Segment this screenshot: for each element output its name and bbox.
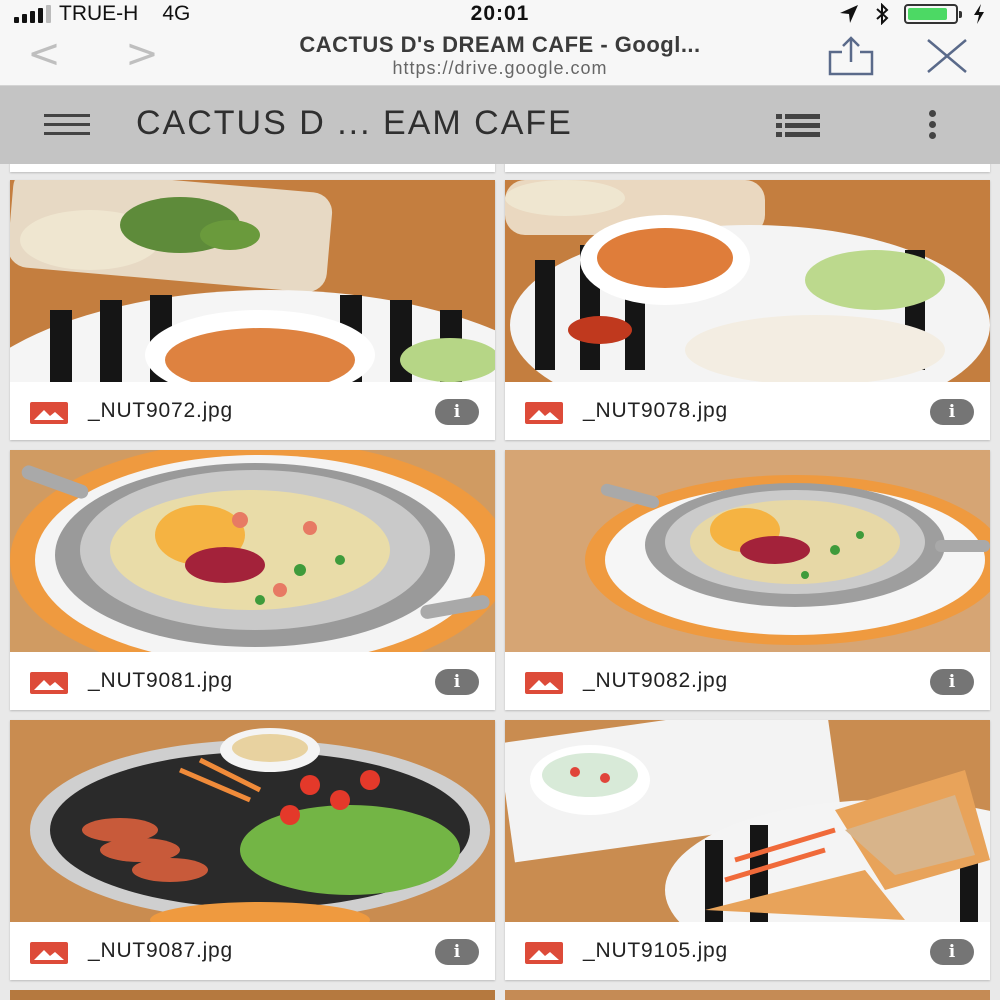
info-icon[interactable]: i bbox=[930, 669, 974, 695]
image-file-icon bbox=[30, 942, 68, 964]
photo-thumbnail[interactable] bbox=[10, 180, 495, 382]
file-caption[interactable]: _NUT9087.jpg i bbox=[10, 922, 495, 980]
image-file-icon bbox=[525, 402, 563, 424]
info-icon[interactable]: i bbox=[435, 939, 479, 965]
info-icon[interactable]: i bbox=[435, 399, 479, 425]
location-arrow-icon bbox=[840, 5, 858, 23]
file-name: _NUT9105.jpg bbox=[583, 939, 729, 962]
menu-icon[interactable] bbox=[44, 114, 90, 136]
file-card[interactable]: _NUT9081.jpg i bbox=[10, 450, 495, 710]
file-caption[interactable]: _NUT9081.jpg i bbox=[10, 652, 495, 710]
close-icon[interactable] bbox=[922, 36, 972, 76]
photo-thumbnail[interactable] bbox=[505, 720, 990, 922]
bluetooth-icon bbox=[876, 3, 889, 25]
file-name: _NUT9082.jpg bbox=[583, 669, 729, 692]
file-name: _NUT9087.jpg bbox=[88, 939, 234, 962]
browser-toolbar: < > CACTUS D's DREAM CAFE - Googl... htt… bbox=[0, 28, 1000, 86]
file-name: _NUT9072.jpg bbox=[88, 399, 234, 422]
file-caption[interactable]: _NUT9082.jpg i bbox=[505, 652, 990, 710]
file-card[interactable]: _NUT9105.jpg i bbox=[505, 720, 990, 980]
photo-thumbnail[interactable] bbox=[505, 450, 990, 652]
status-right bbox=[838, 3, 986, 25]
file-grid: _NUT9072.jpg i _NUT9078.jpg i _NUT9081.j… bbox=[0, 164, 1000, 1000]
info-icon[interactable]: i bbox=[435, 669, 479, 695]
charging-icon bbox=[974, 4, 984, 24]
drive-app-header: CACTUS D ... EAM CAFE bbox=[0, 86, 1000, 164]
file-card[interactable]: _NUT9087.jpg i bbox=[10, 720, 495, 980]
file-name: _NUT9078.jpg bbox=[583, 399, 729, 422]
back-button[interactable]: < bbox=[20, 34, 68, 78]
file-card[interactable]: _NUT9078.jpg i bbox=[505, 180, 990, 440]
file-card-partial[interactable] bbox=[505, 990, 990, 1000]
status-bar: TRUE-H 4G 20:01 bbox=[0, 0, 1000, 28]
page-title: CACTUS D's DREAM CAFE - Googl... bbox=[299, 32, 701, 57]
image-file-icon bbox=[525, 942, 563, 964]
file-name: _NUT9081.jpg bbox=[88, 669, 234, 692]
info-icon[interactable]: i bbox=[930, 939, 974, 965]
file-card-partial[interactable] bbox=[10, 990, 495, 1000]
file-caption[interactable]: _NUT9072.jpg i bbox=[10, 382, 495, 440]
more-vert-icon[interactable] bbox=[920, 110, 944, 140]
photo-thumbnail[interactable] bbox=[10, 450, 495, 652]
file-card[interactable]: _NUT9082.jpg i bbox=[505, 450, 990, 710]
photo-thumbnail[interactable] bbox=[505, 180, 990, 382]
file-caption[interactable]: _NUT9078.jpg i bbox=[505, 382, 990, 440]
photo-thumbnail[interactable] bbox=[10, 720, 495, 922]
file-card[interactable]: _NUT9072.jpg i bbox=[10, 180, 495, 440]
list-view-icon[interactable] bbox=[776, 114, 820, 138]
file-caption[interactable]: _NUT9105.jpg i bbox=[505, 922, 990, 980]
share-icon[interactable] bbox=[826, 36, 876, 76]
url-label[interactable]: https://drive.google.com bbox=[200, 58, 800, 79]
battery-icon bbox=[904, 4, 962, 24]
info-icon[interactable]: i bbox=[930, 399, 974, 425]
image-file-icon bbox=[30, 672, 68, 694]
forward-button[interactable]: > bbox=[118, 34, 166, 78]
file-card-partial[interactable] bbox=[505, 164, 990, 172]
folder-title: CACTUS D ... EAM CAFE bbox=[136, 104, 573, 142]
image-file-icon bbox=[30, 402, 68, 424]
image-file-icon bbox=[525, 672, 563, 694]
file-card-partial[interactable] bbox=[10, 164, 495, 172]
